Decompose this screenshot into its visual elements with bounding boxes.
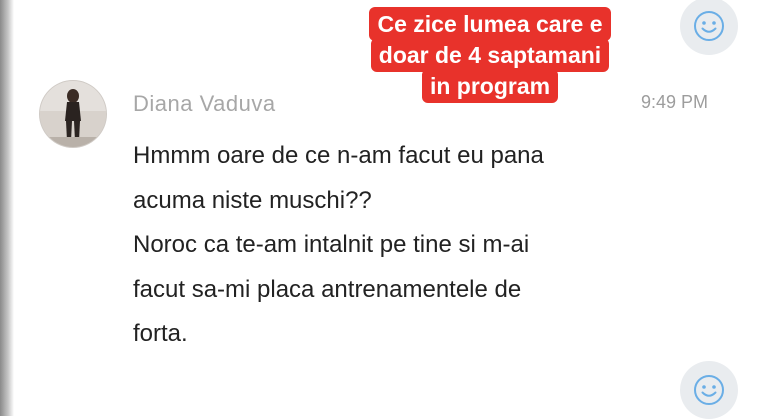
message-line: Noroc ca te-am intalnit pe tine si m-ai [133, 231, 530, 258]
avatar[interactable] [40, 81, 106, 147]
message-body: Hmmm oare de ce n-am facut eu pana acuma… [133, 134, 693, 357]
caption-line: doar de 4 saptamani [370, 38, 610, 72]
message-line: forta. [133, 320, 188, 347]
reaction-button-top[interactable] [680, 0, 738, 55]
caption-line: in program [421, 69, 559, 103]
avatar-photo [40, 81, 106, 147]
sender-name[interactable]: Diana Vaduva [133, 91, 276, 117]
message-line: facut sa-mi placa antrenamentele de [133, 275, 522, 303]
caption-line: Ce zice lumea care e [369, 7, 611, 41]
message-timestamp: 9:49 PM [641, 92, 709, 112]
reaction-button-bottom[interactable] [680, 361, 738, 419]
caption-overlay: Ce zice lumea care e doar de 4 saptamani… [340, 7, 640, 103]
message-line: Hmmm oare de ce n-am facut eu pana [133, 142, 544, 169]
smiley-icon [694, 375, 724, 405]
message-line: acuma niste muschi?? [133, 186, 372, 214]
smiley-icon [694, 11, 724, 41]
left-edge-shadow [0, 0, 14, 416]
